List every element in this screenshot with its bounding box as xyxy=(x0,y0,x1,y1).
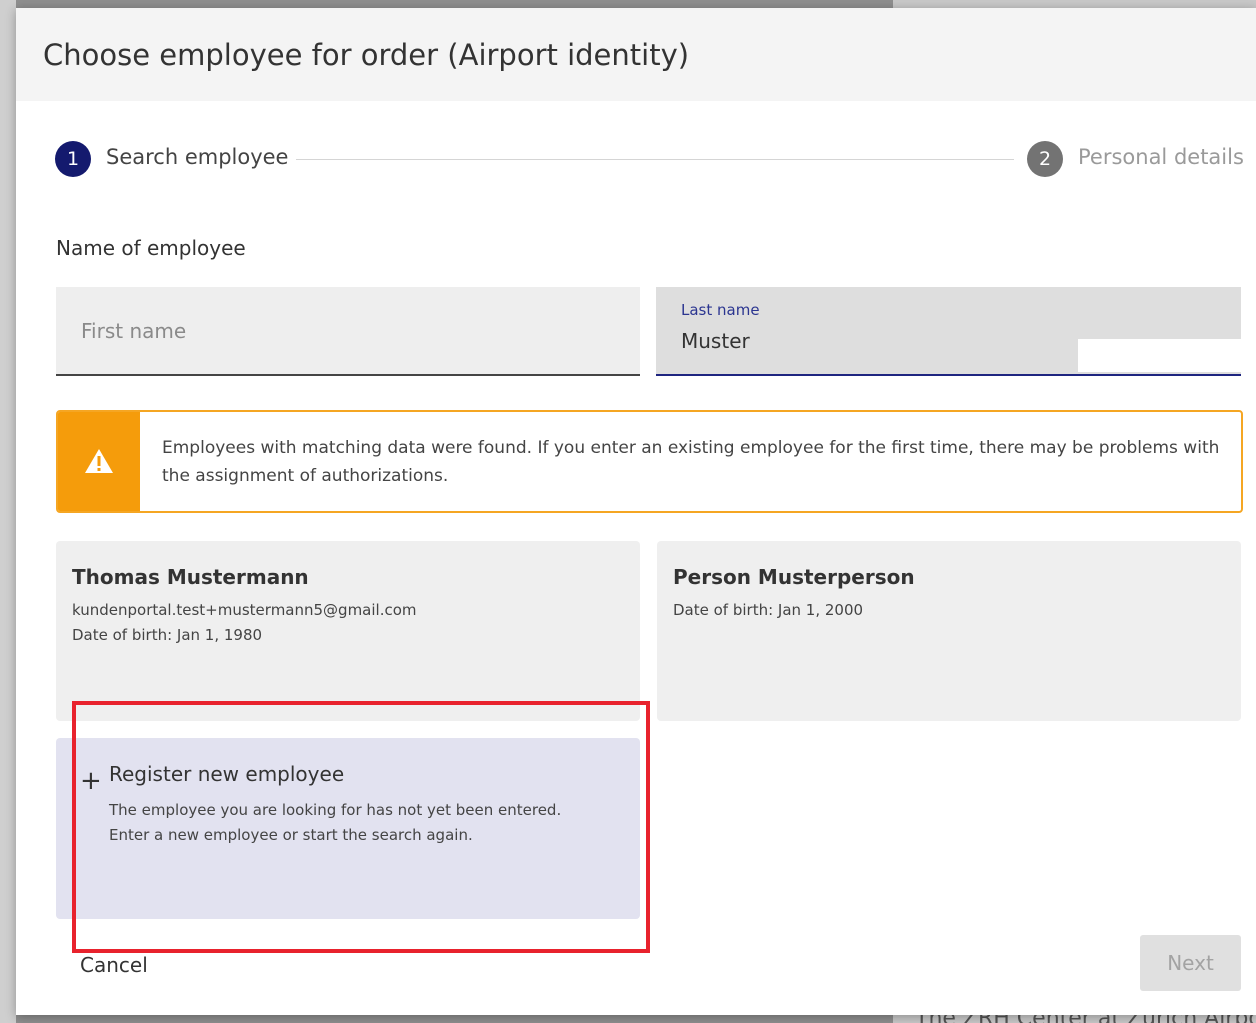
warning-triangle-icon xyxy=(85,449,113,473)
stepper-connector-line xyxy=(296,159,1014,160)
employee-name: Person Musterperson xyxy=(673,565,915,589)
next-button[interactable]: Next xyxy=(1140,935,1241,991)
highlight-annotation-box xyxy=(72,701,650,953)
cancel-button[interactable]: Cancel xyxy=(60,943,180,987)
step-2-number: 2 xyxy=(1027,141,1063,177)
warning-text: Employees with matching data were found.… xyxy=(162,438,1220,486)
warning-icon-box xyxy=(58,412,140,511)
first-name-input[interactable] xyxy=(56,287,640,374)
first-name-field[interactable] xyxy=(56,287,640,376)
last-name-field[interactable]: Last name xyxy=(656,287,1241,376)
background-left-strip xyxy=(0,0,16,1023)
employee-result-card[interactable]: Person Musterperson Date of birth: Jan 1… xyxy=(657,541,1241,721)
field-overlay-patch xyxy=(1078,339,1241,372)
employee-dob: Date of birth: Jan 1, 2000 xyxy=(673,601,864,619)
step-1-label[interactable]: Search employee xyxy=(106,145,288,169)
step-2-label[interactable]: Personal details xyxy=(1078,145,1244,169)
employee-result-card[interactable]: Thomas Mustermann kundenportal.test+must… xyxy=(56,541,640,721)
dialog-title: Choose employee for order (Airport ident… xyxy=(43,38,690,72)
step-1-number: 1 xyxy=(55,141,91,177)
choose-employee-dialog: Choose employee for order (Airport ident… xyxy=(16,8,1256,1015)
employee-dob: Date of birth: Jan 1, 1980 xyxy=(72,626,263,644)
employee-name: Thomas Mustermann xyxy=(72,565,309,589)
matching-data-warning: Employees with matching data were found.… xyxy=(56,410,1243,513)
dialog-header: Choose employee for order (Airport ident… xyxy=(16,8,1256,101)
name-of-employee-label: Name of employee xyxy=(56,236,246,260)
last-name-label: Last name xyxy=(681,301,760,319)
employee-email: kundenportal.test+mustermann5@gmail.com xyxy=(72,601,417,619)
